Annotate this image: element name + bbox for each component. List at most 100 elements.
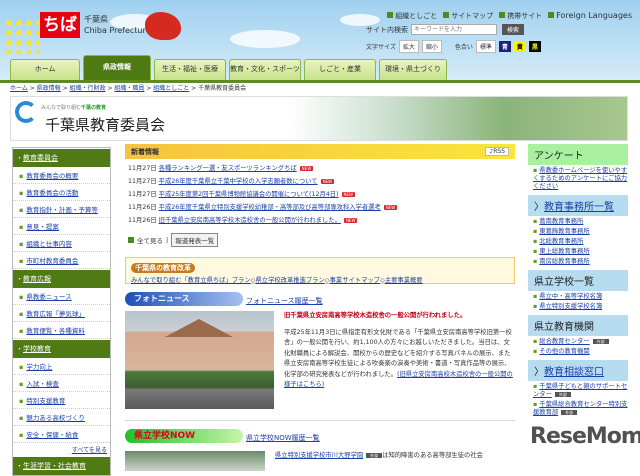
- school-now-photo[interactable]: [125, 451, 265, 471]
- heading-link[interactable]: 教育広報: [23, 275, 51, 283]
- press-release-button[interactable]: 報道発表一覧: [171, 233, 219, 247]
- item-link[interactable]: 教育便覧・各種資料: [26, 327, 85, 335]
- sidebar-item[interactable]: 入試・検査: [13, 375, 110, 392]
- link-mobile[interactable]: 携帯サイト: [499, 11, 542, 21]
- item-link[interactable]: 安全・保健・給食: [26, 431, 78, 439]
- heading-link[interactable]: 教育相談窓口: [544, 367, 604, 378]
- link-foreign-languages[interactable]: Foreign Languages: [548, 11, 632, 21]
- item-link[interactable]: 北総教育事務所: [539, 238, 583, 245]
- item-link[interactable]: 千葉県子どもと親のサポートセンター: [533, 383, 627, 398]
- shrink-button[interactable]: 縮小: [421, 40, 442, 53]
- tab-environment[interactable]: 環境・県土づくり: [379, 59, 447, 80]
- reform-link[interactable]: 事業サイトマップ: [330, 277, 380, 284]
- school-link[interactable]: 県立特別支援学校市川大野学園: [275, 452, 363, 459]
- sidebar-item[interactable]: 特別支援教育: [13, 392, 110, 409]
- sidebar-item[interactable]: 市町村教育委員会: [13, 252, 110, 269]
- photo-news-archive-link[interactable]: フォトニュース履歴一覧: [246, 296, 323, 306]
- sidebar-item[interactable]: 教育便覧・各種資料: [13, 322, 110, 339]
- crumb-org-work[interactable]: 組織としごと: [153, 85, 189, 92]
- item-link[interactable]: 教育委員会の概要: [26, 172, 78, 180]
- enlarge-button[interactable]: 拡大: [398, 40, 419, 53]
- sidebar-item[interactable]: 教育委員会の概要: [13, 167, 110, 184]
- sidebar-item[interactable]: 安全・保健・給食: [13, 426, 110, 443]
- crumb-organization[interactable]: 組織・行財政: [70, 85, 106, 92]
- color-yellow-button[interactable]: 黄: [513, 41, 526, 52]
- search-button[interactable]: 検索: [502, 24, 525, 35]
- link-sitemap[interactable]: サイトマップ: [443, 11, 493, 21]
- news-link[interactable]: 平成25年度第2回千葉県博物館協議会の開催について(12月4日): [159, 191, 339, 198]
- item-link[interactable]: 市町村教育委員会: [26, 257, 78, 265]
- crumb-home[interactable]: ホーム: [10, 85, 28, 92]
- right-item[interactable]: 南房総教育事務所: [528, 256, 628, 266]
- news-link[interactable]: 平成26年度千葉県立千葉中学校の入学志願者数について: [159, 178, 318, 185]
- news-link[interactable]: 平成26年度千葉県立特別支援学校幼稚部・高等部及び高等部専攻科入学者選考: [159, 204, 381, 211]
- right-item[interactable]: 県教委ホームページを使いやすくするためのアンケートにご協力ください: [528, 165, 628, 191]
- right-item[interactable]: 千葉県総合教育センター特別支援教育部外部: [528, 399, 628, 417]
- item-link[interactable]: 県教委ホームページを使いやすくするためのアンケートにご協力ください: [533, 167, 627, 190]
- sidebar-heading[interactable]: ・教育広報: [13, 269, 110, 288]
- right-item[interactable]: 総合教育センター外部: [528, 336, 628, 346]
- see-all-link[interactable]: すべてを見る: [13, 443, 110, 456]
- school-building-photo[interactable]: [125, 311, 274, 409]
- sidebar-item[interactable]: 魅力ある高校づくり: [13, 409, 110, 426]
- item-link[interactable]: 学力向上: [26, 363, 52, 371]
- sidebar-item[interactable]: 教育広報「夢気球」: [13, 305, 110, 322]
- sidebar-item[interactable]: 教育指針・計画・予算等: [13, 201, 110, 218]
- see-all-news-link[interactable]: 全て見る: [137, 235, 163, 245]
- item-link[interactable]: 特別支援教育: [26, 397, 65, 405]
- heading-link[interactable]: 教育委員会: [23, 154, 58, 162]
- right-item[interactable]: 葛南教育事務所: [528, 216, 628, 226]
- item-link[interactable]: 教育広報「夢気球」: [26, 310, 85, 318]
- sidebar-item[interactable]: 意見・提案: [13, 218, 110, 235]
- reform-link[interactable]: 県立学校改革推進プラン: [255, 277, 324, 284]
- item-link[interactable]: 魅力ある高校づくり: [26, 414, 85, 422]
- color-blue-button[interactable]: 青: [498, 41, 511, 52]
- item-link[interactable]: 東上総教育事務所: [539, 248, 589, 255]
- tab-prefectural-info[interactable]: 県政情報: [83, 55, 151, 80]
- color-standard-button[interactable]: 標準: [475, 40, 496, 53]
- reform-link[interactable]: みんなで取り組む「教育立県ちば」プラン: [131, 277, 251, 284]
- tab-home[interactable]: ホーム: [10, 59, 80, 80]
- see-all-label[interactable]: すべてを見る: [72, 447, 107, 454]
- chiba-logo[interactable]: ちば: [40, 12, 80, 38]
- right-item[interactable]: 東上総教育事務所: [528, 246, 628, 256]
- item-link[interactable]: 組織と仕事内容: [26, 240, 72, 248]
- item-link[interactable]: 入試・検査: [26, 380, 59, 388]
- item-link[interactable]: 教育指針・計画・予算等: [26, 206, 98, 214]
- item-link[interactable]: その他の教育機関: [539, 348, 589, 355]
- rss-button[interactable]: ♪RSS: [485, 147, 509, 156]
- sidebar-item[interactable]: 組織と仕事内容: [13, 235, 110, 252]
- search-input[interactable]: [411, 24, 497, 35]
- right-item[interactable]: 千葉県子どもと親のサポートセンター外部: [528, 381, 628, 399]
- news-link[interactable]: 旧千葉県立安房南高等学校木造校舎の一般公開が行われました。: [159, 217, 341, 224]
- tab-life-welfare[interactable]: 生活・福祉・医療: [154, 59, 226, 80]
- right-item[interactable]: 県立特別支援学校名簿: [528, 301, 628, 311]
- sidebar-heading[interactable]: ・教育委員会: [13, 148, 110, 167]
- heading-link[interactable]: 教育事務所一覧: [544, 202, 614, 213]
- item-link[interactable]: 千葉県総合教育センター特別支援教育部: [533, 401, 627, 416]
- education-offices-heading[interactable]: 〉教育事務所一覧: [528, 195, 628, 216]
- consultation-heading[interactable]: 〉教育相談窓口: [528, 360, 628, 381]
- sidebar-item[interactable]: 学力向上: [13, 358, 110, 375]
- heading-link[interactable]: 学校教育: [23, 345, 51, 353]
- item-link[interactable]: 葛南教育事務所: [539, 218, 583, 225]
- tab-work-industry[interactable]: しごと・産業: [304, 59, 376, 80]
- sidebar-item[interactable]: 県教委ニュース: [13, 288, 110, 305]
- reform-link[interactable]: 主要事業概要: [385, 277, 423, 284]
- item-link[interactable]: 教育委員会の活動: [26, 189, 78, 197]
- item-link[interactable]: 東葛飾教育事務所: [539, 228, 589, 235]
- news-link[interactable]: 各種ランキング一選・友スポーツランキングちば: [159, 165, 297, 172]
- tab-education-culture[interactable]: 教育・文化・スポーツ: [229, 59, 301, 80]
- crumb-staff[interactable]: 組織・職員: [114, 85, 144, 92]
- right-item[interactable]: その他の教育機関: [528, 346, 628, 356]
- item-link[interactable]: 南房総教育事務所: [539, 258, 589, 265]
- item-link[interactable]: 県立特別支援学校名簿: [539, 303, 602, 310]
- right-item[interactable]: 北総教育事務所: [528, 236, 628, 246]
- crumb-prefectural-info[interactable]: 県政情報: [37, 85, 61, 92]
- school-now-archive-link[interactable]: 県立学校NOW履歴一覧: [246, 433, 320, 443]
- item-link[interactable]: 県教委ニュース: [26, 293, 71, 301]
- sidebar-item[interactable]: 教育委員会の活動: [13, 184, 110, 201]
- item-link[interactable]: 県立中・高等学校名簿: [539, 293, 602, 300]
- item-link[interactable]: 意見・提案: [26, 223, 59, 231]
- item-link[interactable]: 総合教育センター: [539, 338, 589, 345]
